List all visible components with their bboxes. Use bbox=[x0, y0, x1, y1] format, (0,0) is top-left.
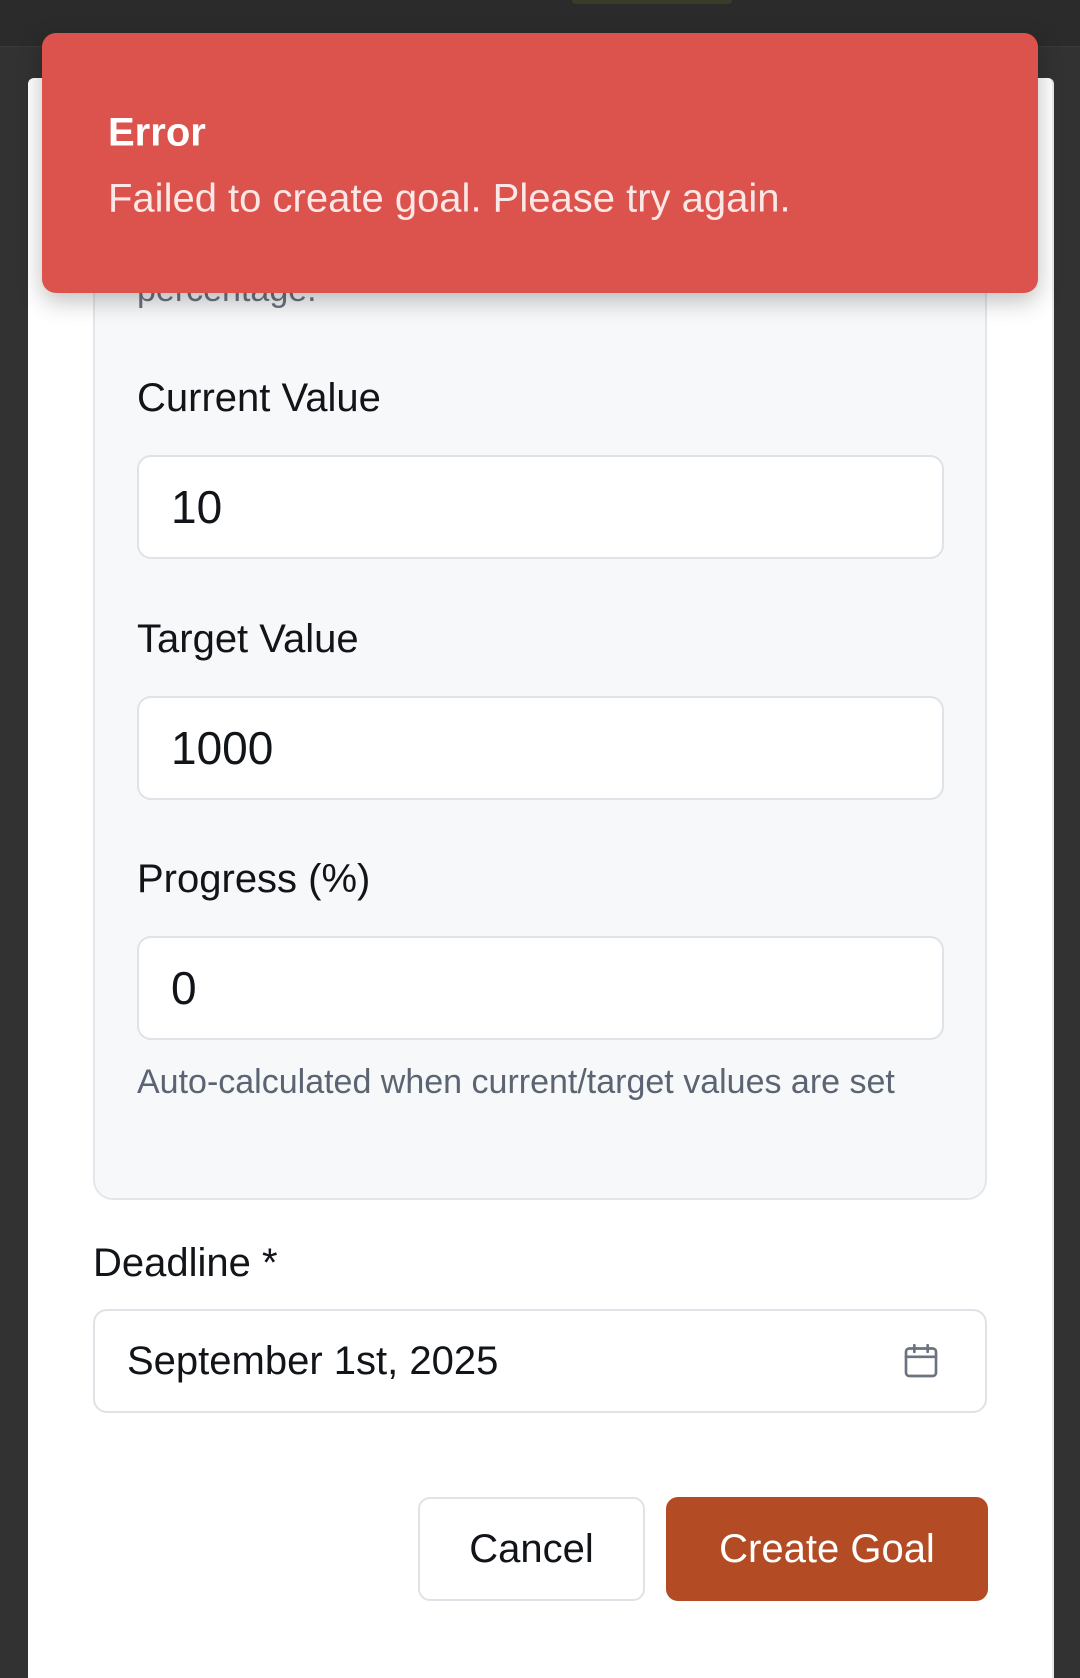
toast-title: Error bbox=[108, 110, 206, 155]
deadline-value: September 1st, 2025 bbox=[127, 1339, 499, 1383]
create-goal-button[interactable]: Create Goal bbox=[666, 1497, 988, 1601]
calendar-icon bbox=[904, 1343, 938, 1378]
target-value-label: Target Value bbox=[137, 617, 359, 661]
deadline-label: Deadline * bbox=[93, 1241, 278, 1285]
target-value-input[interactable]: 1000 bbox=[137, 696, 944, 800]
cancel-button[interactable]: Cancel bbox=[418, 1497, 645, 1601]
current-value-text: 10 bbox=[171, 481, 223, 533]
error-toast[interactable]: Error Failed to create goal. Please try … bbox=[42, 33, 1038, 293]
current-value-input[interactable]: 10 bbox=[137, 455, 944, 559]
target-value-text: 1000 bbox=[171, 722, 274, 774]
toast-message: Failed to create goal. Please try again. bbox=[108, 176, 791, 221]
top-bar-accent bbox=[572, 0, 732, 4]
progress-label: Progress (%) bbox=[137, 857, 371, 901]
deadline-date-picker[interactable]: September 1st, 2025 bbox=[93, 1309, 987, 1413]
progress-helper-text: Auto-calculated when current/target valu… bbox=[137, 1063, 895, 1101]
progress-input[interactable]: 0 bbox=[137, 936, 944, 1040]
current-value-label: Current Value bbox=[137, 376, 381, 420]
progress-text: 0 bbox=[171, 962, 197, 1014]
